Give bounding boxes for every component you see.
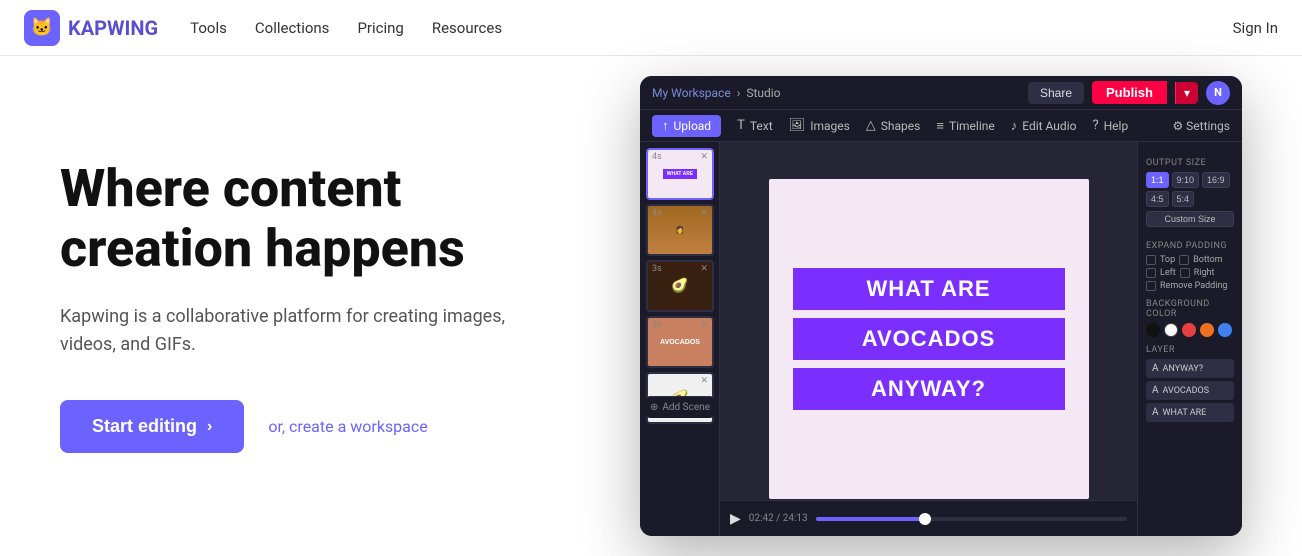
color-swatches [1146, 323, 1234, 337]
size-1-1[interactable]: 1:1 [1146, 172, 1169, 188]
images-icon: 🖼 [789, 118, 806, 133]
help-icon: ? [1092, 118, 1098, 133]
layer-text-icon: A [1152, 385, 1159, 396]
navbar: 🐱 KAPWING Tools Collections Pricing Reso… [0, 0, 1302, 56]
avatar: N [1206, 81, 1230, 105]
layer-text-icon: A [1152, 363, 1159, 374]
tool-text[interactable]: T Text [737, 118, 773, 133]
padding-lr-row: Left Right [1146, 268, 1234, 278]
studio-actions: Share Publish ▾ N [1028, 81, 1230, 105]
studio-topbar: My Workspace › Studio Share Publish ▾ N [640, 76, 1242, 110]
remove-padding-label: Remove Padding [1160, 281, 1227, 291]
nav-pricing[interactable]: Pricing [357, 19, 403, 37]
nav-tools[interactable]: Tools [190, 19, 227, 37]
tool-images[interactable]: 🖼 Images [789, 118, 850, 133]
scenes-panel: WHAT ARE 4s ✕ 👩 4s ✕ 🥑 [640, 142, 720, 536]
logo-icon: 🐱 [24, 10, 60, 46]
studio-breadcrumb: My Workspace › Studio [652, 86, 781, 100]
studio-body: WHAT ARE 4s ✕ 👩 4s ✕ 🥑 [640, 142, 1242, 536]
hero-title: Where content creation happens [60, 159, 580, 279]
scene-2[interactable]: 👩 4s ✕ [646, 204, 714, 256]
settings-button[interactable]: ⚙ Settings [1172, 119, 1230, 133]
publish-caret-button[interactable]: ▾ [1175, 82, 1198, 104]
add-scene-button[interactable]: ⊕ Add Scene [646, 396, 714, 418]
bg-color-title: BACKGROUND COLOR [1146, 299, 1234, 319]
tool-edit-audio[interactable]: ♪ Edit Audio [1011, 118, 1077, 134]
create-workspace-link[interactable]: or, create a workspace [268, 417, 427, 436]
text-icon: T [737, 118, 745, 133]
play-button[interactable]: ▶ [730, 511, 741, 527]
layer-item-2[interactable]: A WHAT ARE [1146, 403, 1234, 422]
shapes-icon: △ [866, 118, 876, 133]
size-5-4[interactable]: 5:4 [1172, 191, 1195, 207]
share-button[interactable]: Share [1028, 82, 1084, 104]
scene-1[interactable]: WHAT ARE 4s ✕ [646, 148, 714, 200]
swatch-white[interactable] [1164, 323, 1178, 337]
logo[interactable]: 🐱 KAPWING [24, 10, 158, 46]
canvas[interactable]: WHAT ARE AVOCADOS ANYWAY? [769, 179, 1089, 499]
timeline-track[interactable] [816, 517, 1127, 521]
padding-bottom-label: Bottom [1193, 255, 1223, 265]
hero-text: Where content creation happens Kapwing i… [60, 159, 580, 453]
swatch-black[interactable] [1146, 323, 1160, 337]
padding-right-checkbox[interactable] [1180, 268, 1190, 278]
signin-link[interactable]: Sign In [1233, 19, 1278, 37]
canvas-text-line3: ANYWAY? [793, 368, 1065, 410]
swatch-blue[interactable] [1218, 323, 1232, 337]
padding-top-checkbox[interactable] [1146, 255, 1156, 265]
start-editing-button[interactable]: Start editing › [60, 400, 244, 453]
padding-left-checkbox[interactable] [1146, 268, 1156, 278]
hero-actions: Start editing › or, create a workspace [60, 400, 580, 453]
scene-3[interactable]: 🥑 3s ✕ [646, 260, 714, 312]
padding-top-label: Top [1160, 255, 1175, 265]
canvas-text-line2: AVOCADOS [793, 318, 1065, 360]
output-sizes: 1:1 9:10 16:9 4:5 5:4 [1146, 172, 1234, 207]
plus-icon: ⊕ [650, 402, 658, 413]
padding-bottom-checkbox[interactable] [1179, 255, 1189, 265]
swatch-red[interactable] [1182, 323, 1196, 337]
layer-item-0[interactable]: A ANYWAY? [1146, 359, 1234, 378]
layers-title: LAYER [1146, 345, 1234, 355]
remove-padding-checkbox[interactable] [1146, 281, 1156, 291]
timeline-time: 02:42 / 24:13 [749, 513, 808, 524]
hero-section: Where content creation happens Kapwing i… [0, 56, 1302, 556]
studio-preview: My Workspace › Studio Share Publish ▾ N … [640, 76, 1242, 536]
timeline-progress [816, 517, 925, 521]
logo-text: KAPWING [68, 16, 158, 40]
tool-upload[interactable]: ↑ Upload [652, 115, 721, 137]
nav-collections[interactable]: Collections [255, 19, 330, 37]
expand-padding-title: EXPAND PADDING [1146, 241, 1234, 251]
scene-4[interactable]: AVOCADOS 3s ✕ [646, 316, 714, 368]
tool-shapes[interactable]: △ Shapes [866, 118, 921, 133]
layer-text-icon: A [1152, 407, 1159, 418]
chevron-right-icon: › [207, 418, 212, 436]
size-4-5[interactable]: 4:5 [1146, 191, 1169, 207]
timeline-icon: ≡ [936, 118, 944, 134]
tool-help[interactable]: ? Help [1092, 118, 1128, 133]
workspace-link[interactable]: My Workspace [652, 86, 731, 100]
swatch-orange[interactable] [1200, 323, 1214, 337]
tool-timeline[interactable]: ≡ Timeline [936, 118, 994, 134]
audio-icon: ♪ [1011, 118, 1018, 134]
nav-resources[interactable]: Resources [432, 19, 502, 37]
publish-button[interactable]: Publish [1092, 81, 1167, 104]
timeline-scrubber[interactable] [919, 513, 931, 525]
size-16-9[interactable]: 16:9 [1202, 172, 1230, 188]
size-9-10[interactable]: 9:10 [1172, 172, 1200, 188]
right-panel: OUTPUT SIZE 1:1 9:10 16:9 4:5 5:4 Custom… [1137, 142, 1242, 536]
nav-links: Tools Collections Pricing Resources [190, 19, 1233, 37]
custom-size-button[interactable]: Custom Size [1146, 211, 1234, 227]
canvas-area: WHAT ARE AVOCADOS ANYWAY? ▶ 02:42 / 24:1… [720, 142, 1137, 536]
padding-top-row: Top Bottom [1146, 255, 1234, 265]
timeline: ▶ 02:42 / 24:13 [720, 500, 1137, 536]
output-size-title: OUTPUT SIZE [1146, 158, 1234, 168]
hero-subtitle: Kapwing is a collaborative platform for … [60, 303, 540, 361]
canvas-text-line1: WHAT ARE [793, 268, 1065, 310]
upload-icon: ↑ [662, 118, 669, 134]
padding-left-label: Left [1160, 268, 1176, 278]
remove-padding-row: Remove Padding [1146, 281, 1234, 291]
studio-toolbar: ↑ Upload T Text 🖼 Images △ Shapes ≡ Time… [640, 110, 1242, 142]
padding-right-label: Right [1194, 268, 1215, 278]
layer-item-1[interactable]: A AVOCADOS [1146, 381, 1234, 400]
